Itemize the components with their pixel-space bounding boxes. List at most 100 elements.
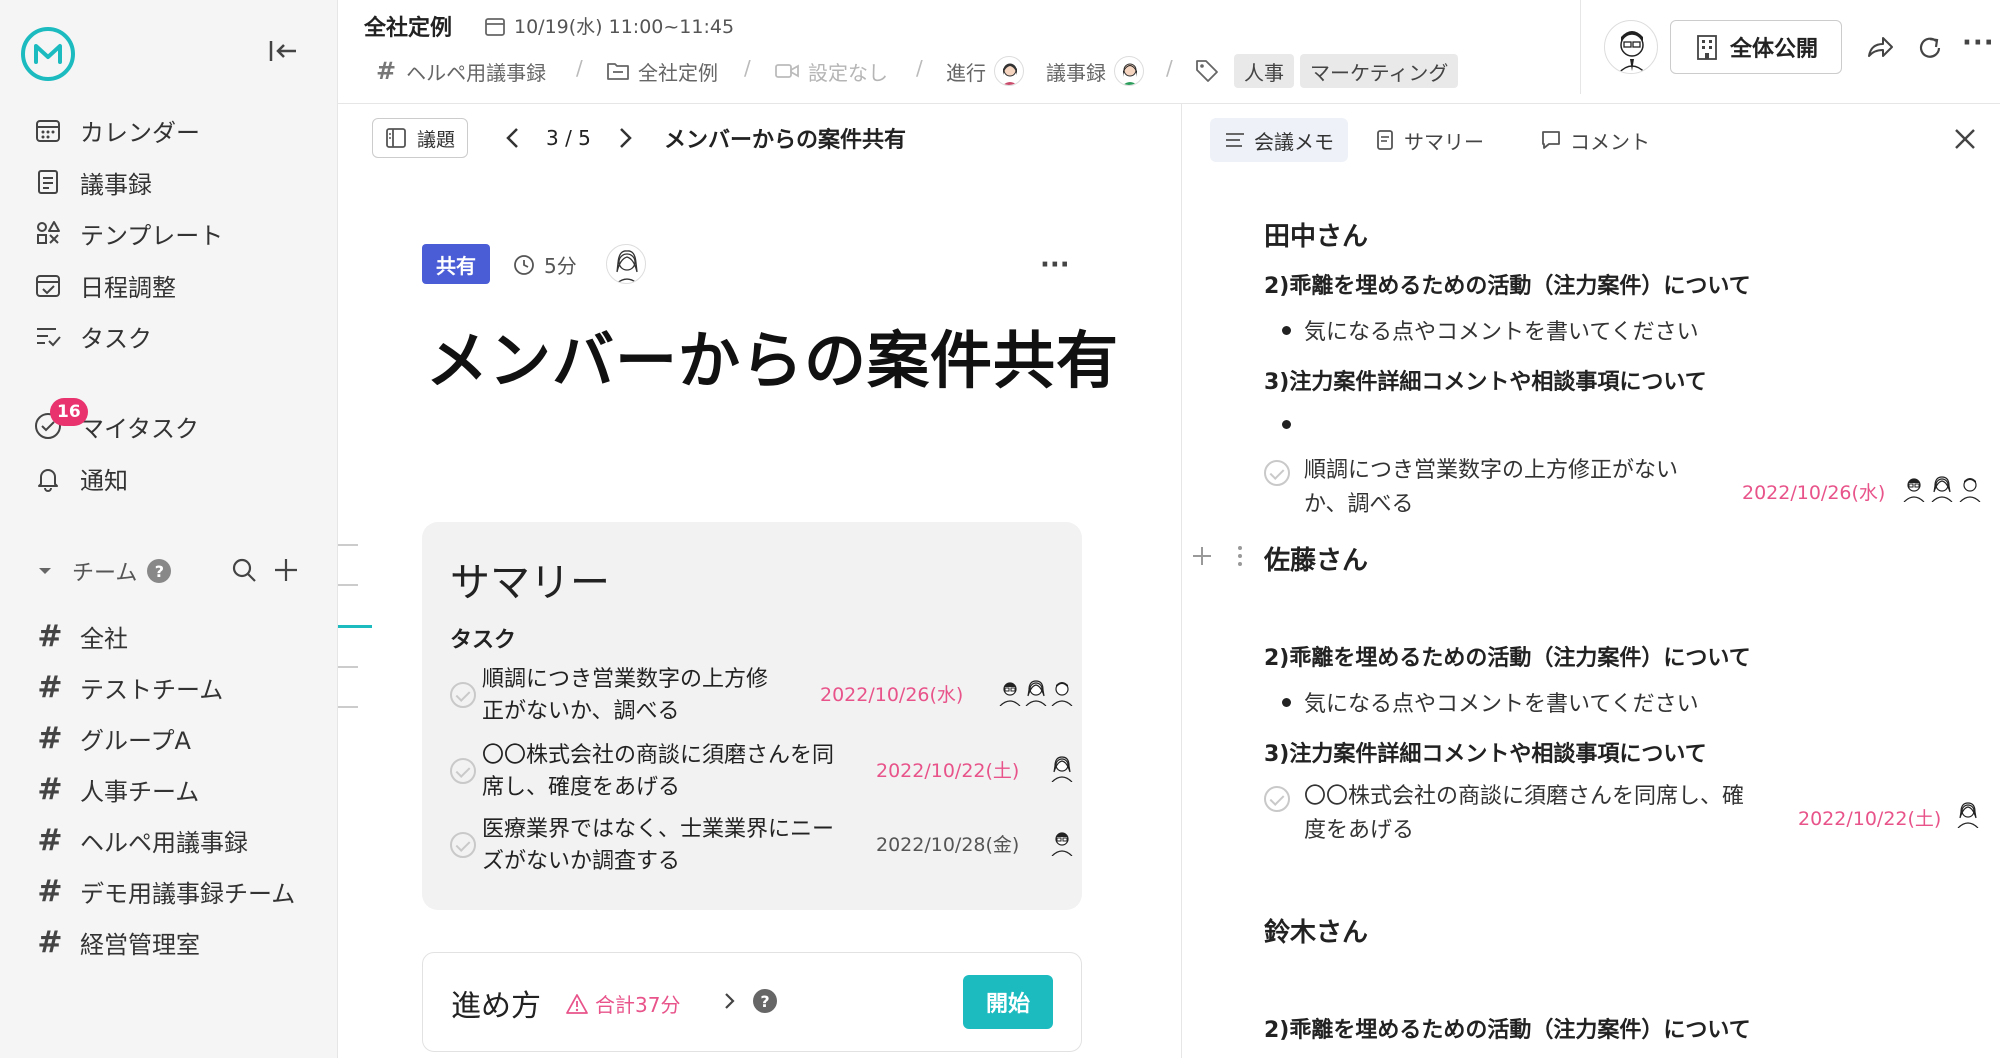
refresh-icon[interactable] bbox=[1916, 34, 1944, 62]
tag-hr[interactable]: 人事 bbox=[1234, 54, 1294, 88]
drag-handle-icon[interactable] bbox=[1234, 544, 1246, 568]
summary-card: サマリー タスク 順調につき営業数字の上方修 正がないか、調べる 2022/10/… bbox=[422, 522, 1082, 910]
sidebar-item-schedule[interactable]: 日程調整 bbox=[30, 263, 176, 307]
empty-bullet[interactable] bbox=[1282, 420, 1291, 429]
task-text[interactable]: 〇〇株式会社の商談に須磨さんを同席し、確度をあげる bbox=[482, 740, 834, 804]
agenda-pager: 3 / 5 bbox=[546, 126, 591, 150]
team-section-header[interactable]: チーム ? bbox=[36, 553, 172, 589]
sidebar-item-minutes[interactable]: 議事録 bbox=[30, 160, 152, 204]
total-time-text: 合計37分 bbox=[595, 993, 681, 1017]
agenda-marker[interactable] bbox=[338, 544, 358, 546]
agenda-marker-active[interactable] bbox=[338, 625, 372, 628]
collapse-sidebar-icon[interactable] bbox=[266, 36, 300, 66]
task-due-date[interactable]: 2022/10/22(土) bbox=[1798, 804, 1941, 831]
agenda-marker[interactable] bbox=[338, 706, 358, 708]
hash-icon: # bbox=[37, 618, 63, 654]
agenda-duration[interactable]: 5分 bbox=[512, 250, 577, 279]
search-icon[interactable] bbox=[230, 556, 258, 584]
team-item[interactable]: # テストチーム bbox=[34, 665, 223, 709]
owner-avatar[interactable] bbox=[1604, 20, 1658, 74]
crumb-video[interactable]: 設定なし bbox=[774, 56, 888, 86]
task-check-icon[interactable] bbox=[450, 682, 476, 708]
sidebar-item-template[interactable]: テンプレート bbox=[30, 211, 223, 255]
sidebar-item-label: 日程調整 bbox=[80, 273, 176, 302]
app-logo-icon[interactable] bbox=[20, 26, 76, 82]
team-item[interactable]: # デモ用議事録チーム bbox=[34, 869, 295, 913]
agenda-title: メンバーからの案件共有 bbox=[426, 324, 1120, 397]
task-due-date[interactable]: 2022/10/26(水) bbox=[1742, 478, 1885, 505]
team-item[interactable]: # 人事チーム bbox=[34, 767, 199, 811]
agenda-list-button[interactable]: 議題 bbox=[372, 118, 469, 158]
sidebar-item-calendar[interactable]: カレンダー bbox=[30, 108, 200, 152]
help-icon[interactable]: ? bbox=[147, 559, 172, 583]
more-menu-icon[interactable]: ··· bbox=[1962, 28, 1995, 58]
start-button[interactable]: 開始 bbox=[963, 975, 1053, 1029]
sidebar-item-label: タスク bbox=[80, 324, 152, 353]
assignee-avatar[interactable] bbox=[996, 678, 1024, 706]
assignee-avatar[interactable] bbox=[1954, 800, 1982, 828]
team-item[interactable]: # ヘルペ用議事録 bbox=[34, 818, 248, 862]
team-item-label: テストチーム bbox=[80, 675, 224, 704]
assignee-avatar[interactable] bbox=[1048, 828, 1076, 856]
sidebar-item-notifications[interactable]: 通知 bbox=[30, 456, 128, 500]
meeting-title[interactable]: 全社定例 bbox=[364, 10, 452, 42]
agenda-button-label: 議題 bbox=[417, 128, 456, 151]
tag-icon[interactable] bbox=[1194, 58, 1220, 84]
tab-meeting-notes[interactable]: 会議メモ bbox=[1210, 118, 1348, 162]
team-item[interactable]: # 経営管理室 bbox=[34, 920, 200, 964]
document-icon bbox=[30, 164, 66, 200]
task-text[interactable]: 〇〇株式会社の商談に須磨さんを同席し、確度をあげる bbox=[1304, 780, 1744, 848]
team-item-label: 経営管理室 bbox=[80, 930, 200, 959]
task-check-icon[interactable] bbox=[1264, 786, 1290, 812]
assignee-avatar[interactable] bbox=[1900, 474, 1928, 502]
bell-icon bbox=[30, 460, 66, 496]
agenda-marker[interactable] bbox=[338, 666, 358, 668]
bullet-item[interactable]: 気になる点やコメントを書いてください bbox=[1282, 314, 1699, 346]
crumb-folder[interactable]: 全社定例 bbox=[606, 56, 718, 86]
video-camera-icon bbox=[775, 64, 799, 78]
section-heading: 2)乖離を埋めるための活動（注力案件）について bbox=[1264, 1018, 1751, 1043]
task-text[interactable]: 順調につき営業数字の上方修正がないか、調べる bbox=[1304, 454, 1678, 522]
next-agenda-icon[interactable] bbox=[612, 124, 638, 152]
add-block-icon[interactable] bbox=[1190, 544, 1214, 568]
help-icon[interactable]: ? bbox=[753, 989, 777, 1013]
task-due-date[interactable]: 2022/10/22(土) bbox=[876, 756, 1019, 783]
task-due-date[interactable]: 2022/10/28(金) bbox=[876, 830, 1019, 857]
tab-summary[interactable]: サマリー bbox=[1362, 118, 1498, 162]
task-text[interactable]: 順調につき営業数字の上方修正がないか、調べる bbox=[482, 664, 768, 728]
team-item[interactable]: # 全社 bbox=[34, 614, 128, 658]
schedule-icon bbox=[30, 267, 66, 303]
task-due-date[interactable]: 2022/10/26(水) bbox=[820, 680, 963, 707]
prev-agenda-icon[interactable] bbox=[500, 124, 526, 152]
bullet-item[interactable]: 気になる点やコメントを書いてください bbox=[1282, 686, 1699, 718]
assignee-avatar[interactable] bbox=[1928, 474, 1956, 502]
sidebar-item-tasks[interactable]: タスク bbox=[30, 314, 152, 358]
task-text[interactable]: 医療業界ではなく、士業業界にニー ズがないか調査する bbox=[482, 814, 834, 878]
meeting-datetime[interactable]: 10/19(水) 11:00~11:45 bbox=[484, 12, 734, 39]
assignee-avatar[interactable] bbox=[1048, 678, 1076, 706]
team-item[interactable]: # グループA bbox=[34, 716, 191, 760]
agenda-more-icon[interactable]: ··· bbox=[1040, 250, 1070, 280]
crumb-minute-taker[interactable]: 議事録 bbox=[1046, 56, 1144, 86]
chevron-right-icon[interactable] bbox=[719, 989, 739, 1013]
tag-marketing[interactable]: マーケティング bbox=[1300, 54, 1459, 88]
assignee-avatar[interactable] bbox=[1956, 474, 1984, 502]
tab-comments[interactable]: コメント bbox=[1526, 118, 1664, 162]
crumb-facilitator[interactable]: 進行 bbox=[946, 56, 1024, 86]
presenter-avatar[interactable] bbox=[606, 244, 646, 284]
agenda-marker[interactable] bbox=[338, 584, 358, 586]
add-team-icon[interactable] bbox=[272, 556, 300, 584]
task-check-icon[interactable] bbox=[450, 758, 476, 784]
share-icon[interactable] bbox=[1866, 34, 1894, 60]
assignee-avatar[interactable] bbox=[1022, 678, 1050, 706]
tasks-label: タスク bbox=[450, 628, 517, 653]
visibility-button[interactable]: 全体公開 bbox=[1670, 20, 1842, 74]
section-heading: 2)乖離を埋めるための活動（注力案件）について bbox=[1264, 646, 1751, 671]
assignee-avatar[interactable] bbox=[1048, 754, 1076, 782]
crumb-team[interactable]: # ヘルペ用議事録 bbox=[376, 56, 546, 86]
task-check-icon[interactable] bbox=[450, 832, 476, 858]
section-heading: 3)注力案件詳細コメントや相談事項について bbox=[1264, 370, 1707, 395]
section-heading: 2)乖離を埋めるための活動（注力案件）について bbox=[1264, 274, 1751, 299]
close-icon[interactable] bbox=[1952, 126, 1978, 152]
task-check-icon[interactable] bbox=[1264, 460, 1290, 486]
